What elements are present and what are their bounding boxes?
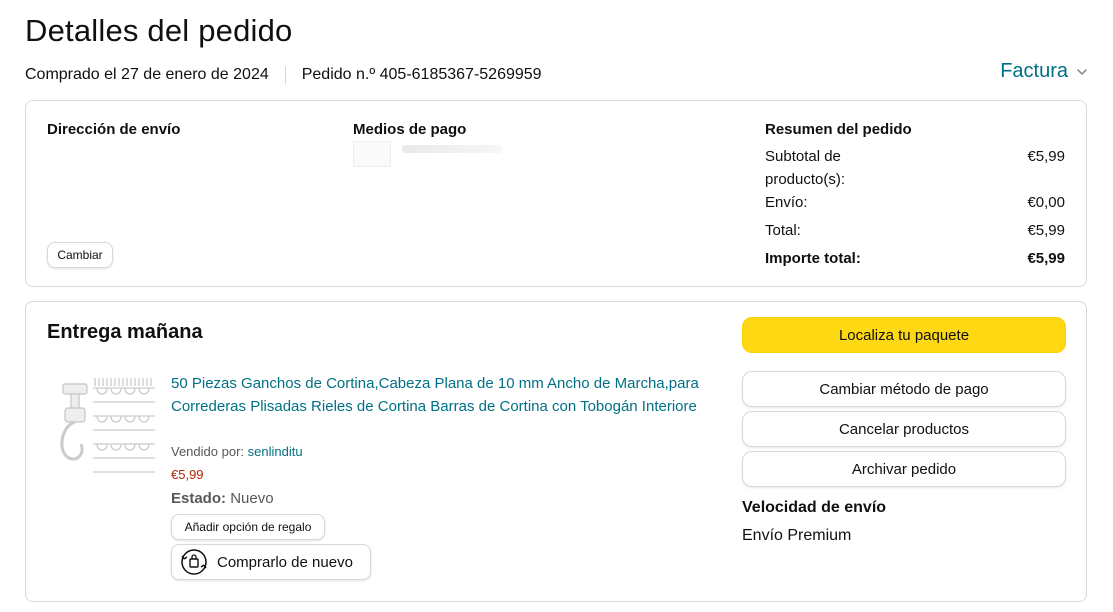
buy-again-button[interactable]: Comprarlo de nuevo [171, 544, 371, 580]
summary-label: Envío: [765, 194, 808, 211]
shipping-speed-heading: Velocidad de envío [742, 499, 887, 516]
track-package-button[interactable]: Localiza tu paquete [742, 317, 1066, 353]
summary-value: €5,99 [1027, 250, 1065, 267]
summary-value: €5,99 [1027, 222, 1065, 239]
payment-heading: Medios de pago [353, 121, 467, 138]
card-image [353, 141, 391, 167]
product-price: €5,99 [171, 467, 204, 482]
change-payment-method-button[interactable]: Cambiar método de pago [742, 371, 1066, 407]
product-title-link[interactable]: 50 Piezas Ganchos de Cortina,Cabeza Plan… [171, 372, 711, 418]
delivery-box: Entrega mañana 50 Piezas Ganchos de Cort… [25, 301, 1087, 602]
order-number: Pedido n.º 405-6185367-5269959 [301, 66, 542, 83]
condition-label: Estado: [171, 490, 227, 507]
invoice-dropdown[interactable]: Factura [1000, 60, 1088, 83]
summary-row-subtotal: Subtotal de producto(s): €5,99 [765, 145, 1065, 191]
delivery-heading: Entrega mañana [47, 321, 203, 343]
summary-row-grand-total: Importe total: €5,99 [765, 247, 1065, 270]
chevron-down-icon [1077, 68, 1087, 75]
summary-value: €0,00 [1027, 194, 1065, 211]
product-thumbnail[interactable] [53, 372, 159, 478]
sold-by: Vendido por: senlinditu [171, 444, 303, 459]
summary-value: €5,99 [1027, 148, 1065, 165]
shipping-address-heading: Dirección de envío [47, 121, 181, 138]
purchase-date: Comprado el 27 de enero de 2024 [25, 66, 269, 83]
divider [284, 66, 286, 84]
summary-label: Subtotal de producto(s): [765, 148, 846, 188]
page-title: Detalles del pedido [25, 13, 293, 48]
order-summary-heading: Resumen del pedido [765, 121, 912, 138]
order-meta: Comprado el 27 de enero de 2024 Pedido n… [25, 66, 542, 84]
archive-order-button[interactable]: Archivar pedido [742, 451, 1066, 487]
change-address-button[interactable]: Cambiar [47, 242, 113, 268]
card-details-redacted [402, 145, 502, 153]
order-info-box: Dirección de envío Cambiar Medios de pag… [25, 100, 1087, 287]
summary-label: Importe total: [765, 250, 861, 267]
summary-label: Total: [765, 222, 801, 239]
add-gift-option-button[interactable]: Añadir opción de regalo [171, 514, 325, 540]
seller-link[interactable]: senlinditu [248, 444, 303, 459]
summary-row-total: Total: €5,99 [765, 219, 1065, 242]
condition-value: Nuevo [230, 490, 274, 507]
buy-again-icon [181, 549, 207, 575]
shipping-speed-value: Envío Premium [742, 527, 852, 544]
summary-row-shipping: Envío: €0,00 [765, 191, 1065, 214]
product-condition: Estado: Nuevo [171, 490, 274, 507]
cancel-items-button[interactable]: Cancelar productos [742, 411, 1066, 447]
invoice-label: Factura [1000, 60, 1068, 82]
sold-by-label: Vendido por: [171, 444, 245, 459]
buy-again-label: Comprarlo de nuevo [217, 553, 353, 571]
